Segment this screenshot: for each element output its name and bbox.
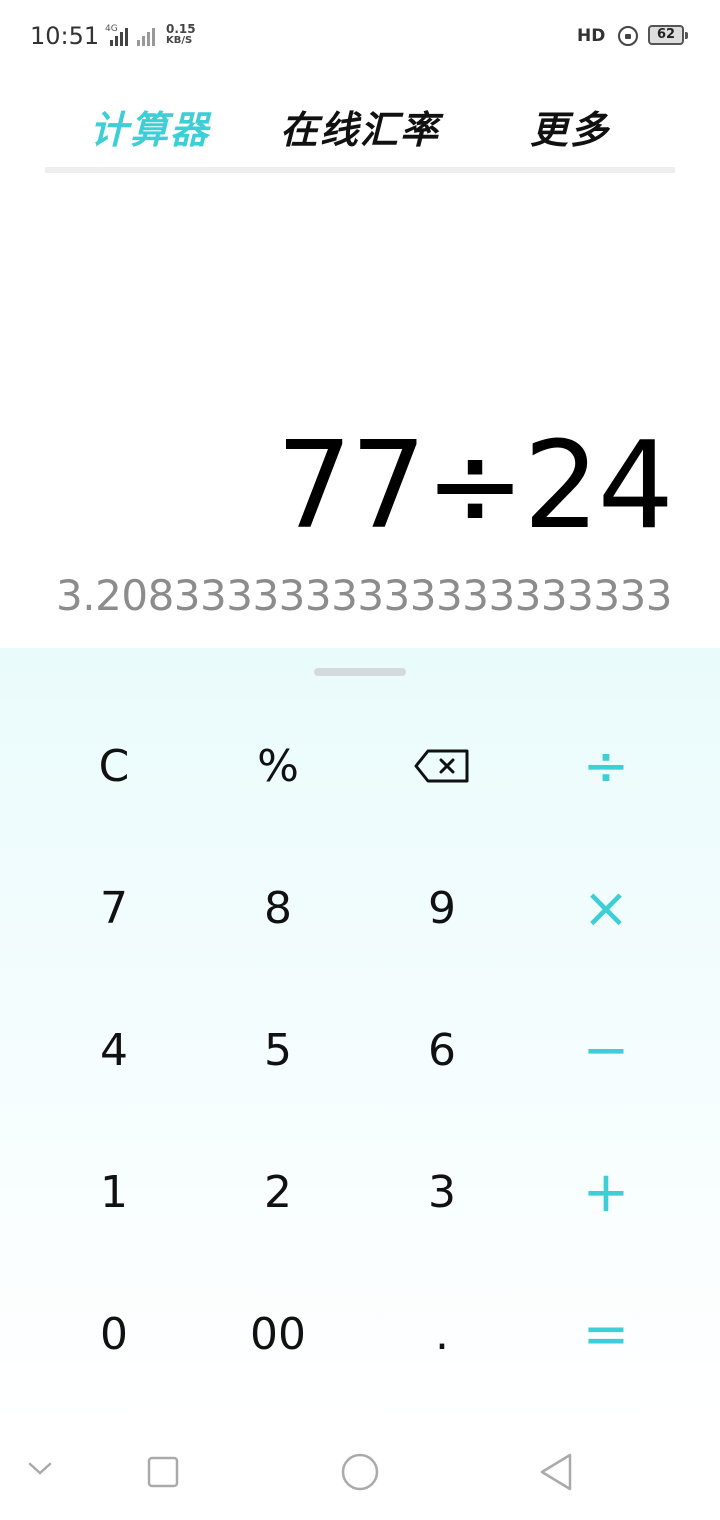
nav-back-button[interactable] xyxy=(538,1452,574,1496)
status-bar: 10:51 4G 0.15 KB/S HD 62 xyxy=(0,0,720,72)
backspace-icon xyxy=(414,749,469,783)
tab-exchange-rate[interactable]: 在线汇率 xyxy=(255,100,465,160)
navigation-bar xyxy=(0,1424,720,1520)
network-speed: 0.15 KB/S xyxy=(166,23,196,47)
network-speed-value: 0.15 xyxy=(166,22,196,36)
digit-8-button[interactable]: 8 xyxy=(208,858,348,958)
nav-recent-button[interactable] xyxy=(147,1456,179,1492)
digit-7-button[interactable]: 7 xyxy=(44,858,184,958)
tabs-divider xyxy=(45,167,675,173)
keypad-drag-handle[interactable] xyxy=(314,668,406,676)
double-zero-button[interactable]: 00 xyxy=(208,1284,348,1384)
digit-4-button[interactable]: 4 xyxy=(44,1000,184,1100)
tab-bar: 计算器 在线汇率 更多 xyxy=(45,100,675,160)
clear-button[interactable]: C xyxy=(44,716,184,816)
digit-2-button[interactable]: 2 xyxy=(208,1142,348,1242)
equals-button[interactable]: = xyxy=(536,1284,676,1384)
backspace-button[interactable] xyxy=(372,716,512,816)
tab-more[interactable]: 更多 xyxy=(465,100,675,160)
decimal-point-button[interactable]: . xyxy=(372,1284,512,1384)
multiply-button[interactable]: × xyxy=(536,858,676,958)
digit-5-button[interactable]: 5 xyxy=(208,1000,348,1100)
hd-icon: HD xyxy=(577,26,606,46)
nav-down-button[interactable] xyxy=(26,1458,54,1482)
expression-display: 77÷24 xyxy=(276,417,674,556)
digit-9-button[interactable]: 9 xyxy=(372,858,512,958)
divide-button[interactable]: ÷ xyxy=(536,716,676,816)
status-time: 10:51 xyxy=(30,22,100,50)
square-icon xyxy=(147,1456,179,1488)
plus-button[interactable]: + xyxy=(536,1142,676,1242)
digit-3-button[interactable]: 3 xyxy=(372,1142,512,1242)
network-speed-unit: KB/S xyxy=(166,35,193,46)
nav-home-button[interactable] xyxy=(340,1452,380,1496)
battery-icon: 62 xyxy=(648,25,688,45)
digit-1-button[interactable]: 1 xyxy=(44,1142,184,1242)
result-display: 3.2083333333333333333333 xyxy=(56,571,672,620)
minus-button[interactable]: − xyxy=(536,1000,676,1100)
rotation-lock-icon xyxy=(618,26,638,46)
triangle-back-icon xyxy=(540,1453,572,1491)
percent-button[interactable]: % xyxy=(208,716,348,816)
keypad: C % ÷ 7 8 9 × 4 5 6 − 1 2 3 + 0 00 . = xyxy=(0,648,720,1424)
tab-calculator[interactable]: 计算器 xyxy=(45,100,255,160)
chevron-down-icon xyxy=(28,1462,52,1475)
signal-secondary-icon xyxy=(137,24,155,46)
signal-icon xyxy=(110,24,128,46)
circle-icon xyxy=(341,1453,379,1491)
digit-0-button[interactable]: 0 xyxy=(44,1284,184,1384)
digit-6-button[interactable]: 6 xyxy=(372,1000,512,1100)
